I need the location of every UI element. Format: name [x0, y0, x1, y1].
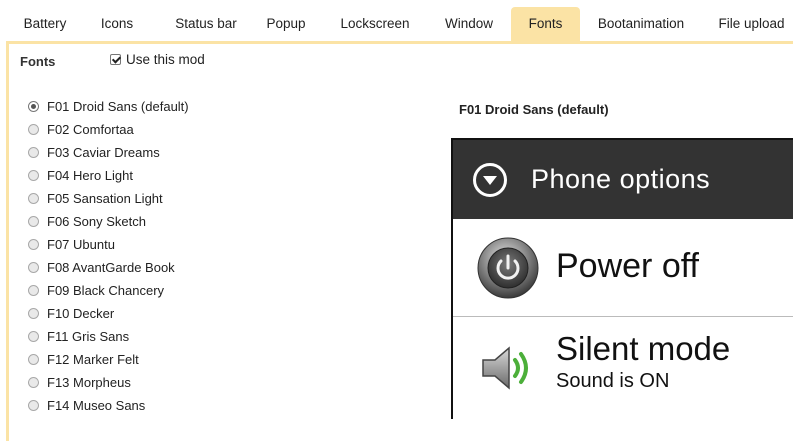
tab-window[interactable]: Window: [434, 7, 504, 41]
radio-button[interactable]: [28, 400, 39, 411]
font-option-label: F05 Sansation Light: [47, 191, 163, 206]
font-option[interactable]: F13 Morpheus: [28, 371, 189, 394]
radio-button[interactable]: [28, 285, 39, 296]
section-label: Fonts: [20, 54, 56, 69]
radio-button[interactable]: [28, 170, 39, 181]
font-preview: Phone options Power off Silent mode Soun…: [451, 138, 793, 419]
font-option-label: F04 Hero Light: [47, 168, 133, 183]
radio-button[interactable]: [28, 147, 39, 158]
font-option-label: F01 Droid Sans (default): [47, 99, 189, 114]
tab-fonts[interactable]: Fonts: [511, 7, 580, 41]
tab-icons[interactable]: Icons: [88, 7, 146, 41]
tab-battery[interactable]: Battery: [8, 7, 82, 41]
preview-power-text: Power off: [556, 247, 700, 285]
font-option-label: F02 Comfortaa: [47, 122, 134, 137]
radio-button[interactable]: [28, 377, 39, 388]
font-option-label: F09 Black Chancery: [47, 283, 165, 298]
font-option[interactable]: F05 Sansation Light: [28, 187, 189, 210]
radio-button[interactable]: [28, 216, 39, 227]
font-option[interactable]: F11 Gris Sans: [28, 325, 189, 348]
use-mod-checkbox[interactable]: [110, 54, 121, 65]
radio-button[interactable]: [28, 331, 39, 342]
font-option-label: F12 Marker Felt: [47, 352, 139, 367]
preview-silent-title: Silent mode: [556, 330, 731, 367]
font-option-label: F06 Sony Sketch: [47, 214, 146, 229]
power-icon: [477, 237, 539, 299]
use-mod-text: Use this mod: [126, 52, 205, 67]
font-option-label: F13 Morpheus: [47, 375, 131, 390]
font-option[interactable]: F12 Marker Felt: [28, 348, 189, 371]
radio-button[interactable]: [28, 124, 39, 135]
tab-file-upload[interactable]: File upload: [710, 7, 793, 41]
preview-header: Phone options: [453, 140, 793, 219]
font-option-label: F11 Gris Sans: [47, 329, 130, 344]
font-option[interactable]: F09 Black Chancery: [28, 279, 189, 302]
font-option-label: F08 AvantGarde Book: [47, 260, 175, 275]
preview-header-text: Phone options: [531, 164, 711, 194]
radio-button[interactable]: [28, 308, 39, 319]
radio-button[interactable]: [28, 262, 39, 273]
radio-button[interactable]: [28, 354, 39, 365]
font-option[interactable]: F10 Decker: [28, 302, 189, 325]
tab-bar: Battery Icons Status bar Popup Lockscree…: [0, 0, 793, 41]
speaker-icon: [482, 346, 528, 390]
font-option[interactable]: F01 Droid Sans (default): [28, 95, 189, 118]
radio-button[interactable]: [28, 239, 39, 250]
preview-power-row: Power off: [453, 219, 793, 317]
use-mod-checkbox-label[interactable]: Use this mod: [110, 52, 205, 67]
font-option[interactable]: F08 AvantGarde Book: [28, 256, 189, 279]
tab-bootanimation[interactable]: Bootanimation: [590, 7, 692, 41]
font-option-label: F14 Museo Sans: [47, 398, 146, 413]
font-option[interactable]: F06 Sony Sketch: [28, 210, 189, 233]
font-option[interactable]: F02 Comfortaa: [28, 118, 189, 141]
font-option[interactable]: F03 Caviar Dreams: [28, 141, 189, 164]
font-option[interactable]: F04 Hero Light: [28, 164, 189, 187]
tab-status-bar[interactable]: Status bar: [160, 7, 252, 41]
radio-button[interactable]: [28, 101, 39, 112]
font-option[interactable]: F07 Ubuntu: [28, 233, 189, 256]
tab-popup[interactable]: Popup: [256, 7, 316, 41]
chevron-down-circle-icon: [473, 162, 507, 197]
preview-title: F01 Droid Sans (default): [459, 102, 609, 117]
preview-silent-subtitle: Sound is ON: [556, 370, 670, 392]
tab-lockscreen[interactable]: Lockscreen: [332, 7, 418, 41]
font-option-label: F10 Decker: [47, 306, 115, 321]
font-option-label: F03 Caviar Dreams: [47, 145, 160, 160]
radio-button[interactable]: [28, 193, 39, 204]
font-option-label: F07 Ubuntu: [47, 237, 115, 252]
font-option[interactable]: F14 Museo Sans: [28, 394, 189, 417]
font-radio-list: F01 Droid Sans (default) F02 Comfortaa F…: [28, 95, 189, 417]
preview-silent-row: Silent mode Sound is ON: [453, 318, 793, 419]
